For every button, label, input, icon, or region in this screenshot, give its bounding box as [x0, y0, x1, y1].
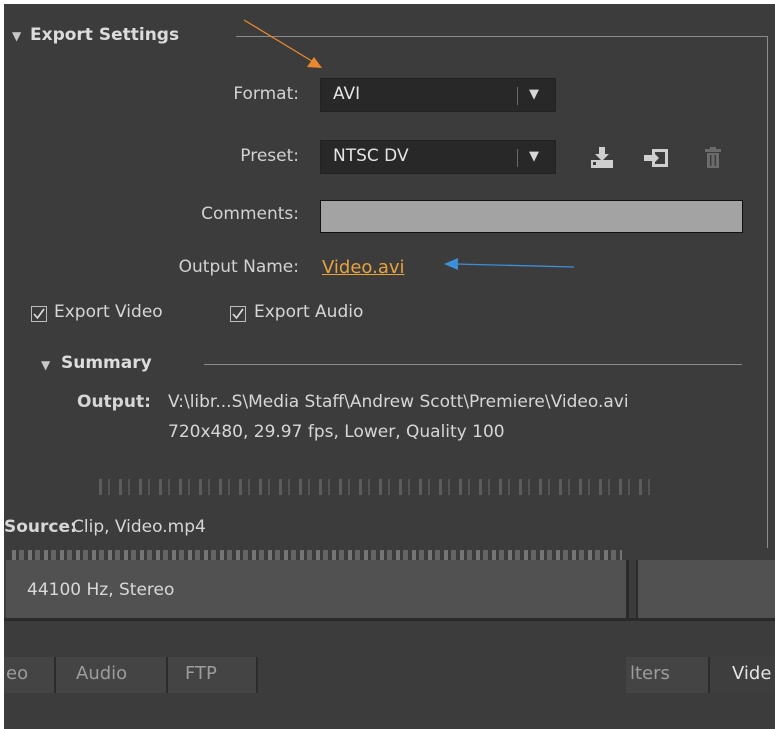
summary-title: Summary [61, 353, 152, 373]
tab-video-right[interactable]: Vide [710, 657, 775, 693]
export-audio-checkbox[interactable] [230, 306, 246, 322]
source-summary-label: Source: [4, 517, 77, 537]
tab-bar-gap [258, 657, 626, 693]
tab-audio[interactable]: Audio [56, 657, 168, 693]
preset-value: NTSC DV [333, 146, 409, 166]
comments-label: Comments: [201, 204, 299, 224]
annotation-arrow-orange [243, 19, 321, 67]
preset-dropdown[interactable]: NTSC DV ▼ [320, 140, 556, 174]
right-panel [636, 560, 775, 618]
chevron-down-icon: ▼ [529, 149, 539, 164]
export-settings-panel: ▼ Export Settings Format: AVI ▼ Preset: … [4, 4, 775, 729]
comments-input[interactable] [320, 200, 743, 233]
annotation-arrowhead-orange [307, 57, 322, 68]
import-preset-icon[interactable] [642, 145, 672, 171]
export-video-checkbox[interactable] [31, 306, 47, 322]
trash-icon[interactable] [698, 145, 728, 171]
section-divider [236, 36, 768, 37]
output-summary-details: 720x480, 29.97 fps, Lower, Quality 100 [168, 422, 505, 442]
format-value: AVI [333, 84, 361, 104]
tab-ftp[interactable]: FTP [168, 657, 258, 693]
checkmark-icon [33, 308, 45, 320]
margin-fragment [0, 125, 4, 149]
annotation-arrow-blue [455, 263, 575, 268]
chevron-down-icon: ▼ [529, 87, 539, 102]
summary-divider [204, 364, 742, 365]
format-label: Format: [233, 84, 299, 104]
source-summary-value: Clip, Video.mp4 [72, 517, 206, 537]
annotation-arrowhead-blue [444, 258, 458, 270]
output-name-label: Output Name: [178, 257, 299, 277]
dropdown-separator [517, 149, 518, 167]
collapse-triangle-icon[interactable]: ▼ [12, 29, 21, 43]
garbled-text [99, 479, 659, 495]
export-audio-label[interactable]: Export Audio [254, 302, 363, 322]
export-settings-title: Export Settings [30, 25, 180, 45]
dropdown-separator [517, 87, 518, 105]
garbled-text [12, 550, 622, 560]
section-border [767, 36, 768, 548]
bottom-area [4, 693, 775, 729]
tab-video[interactable]: eo [4, 657, 56, 693]
format-dropdown[interactable]: AVI ▼ [320, 78, 556, 112]
preset-label: Preset: [240, 146, 299, 166]
output-summary-path: V:\libr...S\Media Staff\Andrew Scott\Pre… [168, 392, 629, 412]
tab-bar-spacer [4, 621, 775, 657]
save-preset-icon[interactable] [588, 145, 618, 171]
checkmark-icon [232, 308, 244, 320]
tab-filters[interactable]: lters [626, 657, 710, 693]
output-summary-label: Output: [77, 392, 151, 412]
export-video-label[interactable]: Export Video [54, 302, 163, 322]
audio-info-text: 44100 Hz, Stereo [27, 580, 175, 600]
summary-collapse-triangle-icon[interactable]: ▼ [41, 358, 50, 372]
output-name-link[interactable]: Video.avi [322, 257, 405, 278]
